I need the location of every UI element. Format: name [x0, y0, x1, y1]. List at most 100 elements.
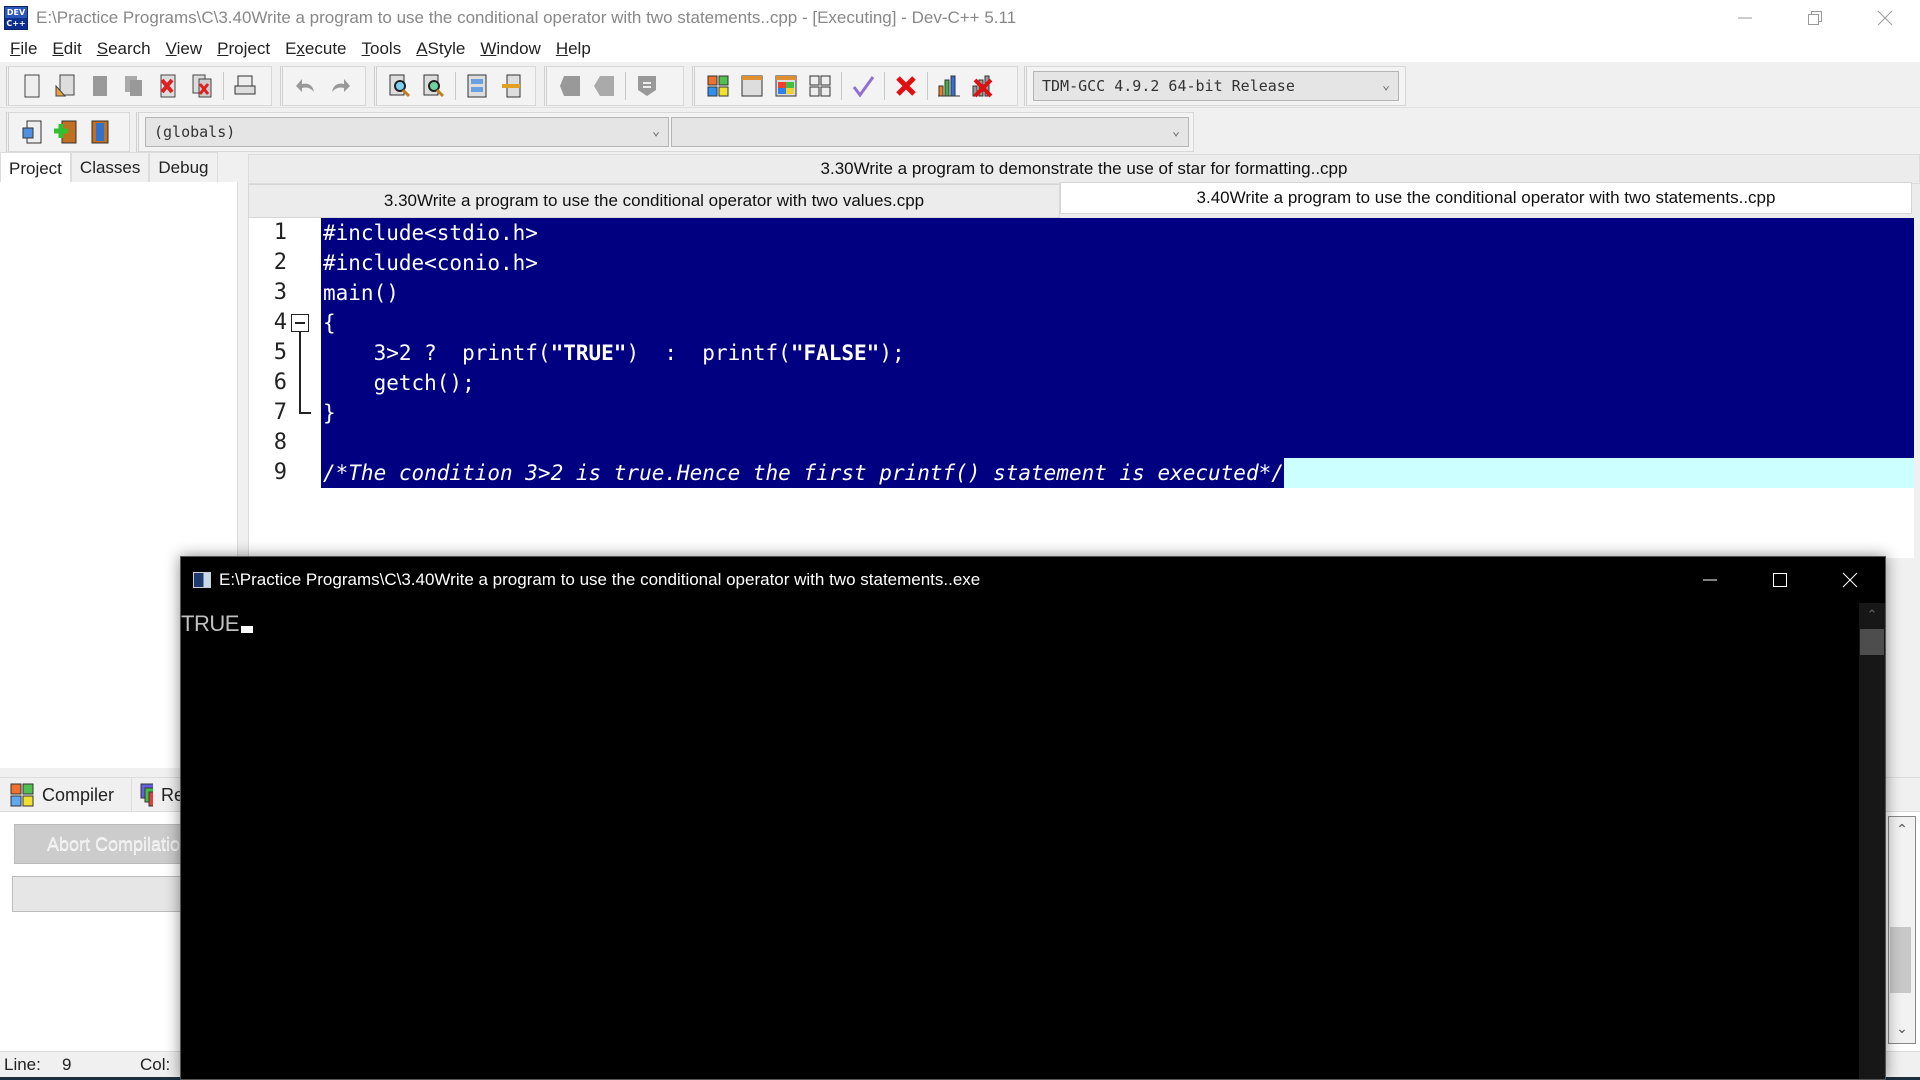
- indent-button[interactable]: [555, 71, 585, 101]
- scroll-thumb[interactable]: [1860, 629, 1884, 655]
- close-file-button[interactable]: [153, 71, 183, 101]
- console-window[interactable]: E:\Practice Programs\C\3.40Write a progr…: [180, 556, 1886, 1080]
- scope-select[interactable]: (globals) ⌄: [145, 117, 669, 147]
- menu-tools[interactable]: Tools: [362, 39, 402, 59]
- scroll-up-icon[interactable]: ⌃: [1859, 603, 1885, 625]
- menu-help[interactable]: Help: [556, 39, 591, 59]
- code-line[interactable]: {: [323, 308, 336, 338]
- menu-bar: File Edit Search View Project Execute Tools ASt…: [0, 36, 1920, 62]
- delete-profile-button[interactable]: [968, 71, 998, 101]
- menu-project[interactable]: Project: [217, 39, 270, 59]
- scroll-down-icon[interactable]: ⌄: [1889, 1020, 1915, 1037]
- tab-classes[interactable]: Classes: [70, 152, 150, 182]
- close-all-icon: [192, 74, 212, 98]
- undo-icon: [296, 79, 314, 92]
- close-button[interactable]: [1850, 0, 1920, 36]
- title-bar: DEV C++ E:\Practice Programs\C\3.40Write …: [0, 0, 1920, 36]
- window-title: E:\Practice Programs\C\3.40Write a progr…: [36, 8, 1017, 27]
- compile-run-button[interactable]: [771, 71, 801, 101]
- code-line[interactable]: main(): [323, 278, 399, 308]
- function-select[interactable]: ⌄: [671, 117, 1189, 147]
- stop-x-icon: [896, 76, 916, 96]
- menu-view[interactable]: View: [166, 39, 203, 59]
- run-icon: [741, 75, 763, 97]
- log-scrollbar[interactable]: ⌃ ⌄: [1888, 816, 1916, 1044]
- compiler-toolbar: TDM-GCC 4.9.2 64-bit Release ⌄: [1024, 66, 1406, 106]
- scroll-thumb[interactable]: [1890, 927, 1911, 993]
- run-button[interactable]: [737, 71, 767, 101]
- code-line[interactable]: /*The condition 3>2 is true.Hence the fi…: [323, 458, 1284, 488]
- scope-select-value: (globals): [154, 123, 236, 141]
- close-all-button[interactable]: [187, 71, 217, 101]
- tab-project[interactable]: Project: [0, 152, 71, 184]
- print-button[interactable]: [230, 71, 260, 101]
- stop-execution-button[interactable]: [891, 71, 921, 101]
- fold-collapse-icon[interactable]: [291, 314, 309, 332]
- unindent-button[interactable]: [589, 71, 619, 101]
- code-line[interactable]: #include<stdio.h>: [323, 218, 538, 248]
- main-toolbar: TDM-GCC 4.9.2 64-bit Release ⌄: [0, 62, 1920, 108]
- save-button[interactable]: [85, 71, 115, 101]
- menu-window[interactable]: Window: [480, 39, 540, 59]
- code-line[interactable]: getch();: [323, 368, 475, 398]
- menu-search[interactable]: Search: [97, 39, 151, 59]
- profile-button[interactable]: [934, 71, 964, 101]
- toggle-bookmark-button[interactable]: [496, 71, 526, 101]
- tab-debug[interactable]: Debug: [149, 152, 218, 182]
- code-editor[interactable]: 1 2 3 4 5 6 7 8 9 #include<stdio.h> #include<coni…: [248, 218, 1914, 558]
- edit-toolbar: [280, 66, 366, 106]
- line-label: Line:: [4, 1055, 41, 1074]
- file-tab-two-statements[interactable]: 3.40Write a program to use the condition…: [1060, 182, 1912, 214]
- minimize-button[interactable]: [1710, 0, 1780, 36]
- file-tab-two-values[interactable]: 3.30Write a program to use the condition…: [248, 184, 1060, 218]
- new-project-button[interactable]: [17, 117, 47, 147]
- abort-label: Abort Compilation: [47, 833, 191, 854]
- tab-compiler[interactable]: Compiler: [4, 778, 132, 812]
- save-all-button[interactable]: [119, 71, 149, 101]
- syntax-check-button[interactable]: [848, 71, 878, 101]
- line-number: 9: [273, 460, 287, 485]
- menu-execute[interactable]: Execute: [285, 39, 346, 59]
- rebuild-icon: [809, 75, 831, 97]
- undo-button[interactable]: [291, 71, 321, 101]
- menu-edit[interactable]: Edit: [52, 39, 81, 59]
- console-close-button[interactable]: [1815, 557, 1885, 603]
- file-tab-row-2: 3.30Write a program to use the condition…: [248, 182, 1920, 218]
- console-minimize-button[interactable]: [1675, 557, 1745, 603]
- code-line[interactable]: #include<conio.h>: [323, 248, 538, 278]
- code-line[interactable]: }: [323, 398, 336, 428]
- restore-button[interactable]: [1780, 0, 1850, 36]
- console-scrollbar[interactable]: ⌃: [1859, 603, 1885, 1079]
- open-file-button[interactable]: [51, 71, 81, 101]
- line-number: 8: [273, 430, 287, 455]
- toggle-comment-button[interactable]: [632, 71, 662, 101]
- compiler-select[interactable]: TDM-GCC 4.9.2 64-bit Release ⌄: [1033, 71, 1399, 101]
- code-line[interactable]: 3>2 ? printf("TRUE") : printf("FALSE");: [323, 338, 905, 368]
- new-file-icon: [24, 74, 40, 98]
- devcpp-window: DEV C++ E:\Practice Programs\C\3.40Write …: [0, 0, 1920, 1080]
- close-file-icon: [160, 74, 176, 98]
- fold-end: [299, 412, 311, 414]
- new-file-button[interactable]: [17, 71, 47, 101]
- file-tab-star-formatting[interactable]: 3.30Write a program to demonstrate the u…: [821, 159, 1348, 179]
- goto-line-button[interactable]: [462, 71, 492, 101]
- compile-button[interactable]: [703, 71, 733, 101]
- redo-button[interactable]: [325, 71, 355, 101]
- console-maximize-button[interactable]: [1745, 557, 1815, 603]
- file-tab-row-1: 3.30Write a program to demonstrate the u…: [248, 154, 1920, 184]
- console-title-bar[interactable]: E:\Practice Programs\C\3.40Write a progr…: [181, 557, 1885, 603]
- rebuild-all-button[interactable]: [805, 71, 835, 101]
- replace-button[interactable]: [419, 71, 449, 101]
- find-button[interactable]: [385, 71, 415, 101]
- menu-file[interactable]: File: [10, 39, 37, 59]
- remove-from-project-button[interactable]: [85, 117, 115, 147]
- code-area[interactable]: #include<stdio.h> #include<conio.h> main()…: [321, 218, 1914, 558]
- console-output-area[interactable]: TRUE: [181, 603, 1859, 1079]
- add-to-project-button[interactable]: [51, 117, 81, 147]
- compiler-select-value: TDM-GCC 4.9.2 64-bit Release: [1042, 77, 1295, 95]
- remove-icon: [91, 120, 109, 144]
- menu-astyle[interactable]: AStyle: [416, 39, 465, 59]
- close-icon: [1842, 572, 1858, 588]
- scroll-up-icon[interactable]: ⌃: [1889, 821, 1915, 838]
- open-file-icon: [55, 74, 75, 97]
